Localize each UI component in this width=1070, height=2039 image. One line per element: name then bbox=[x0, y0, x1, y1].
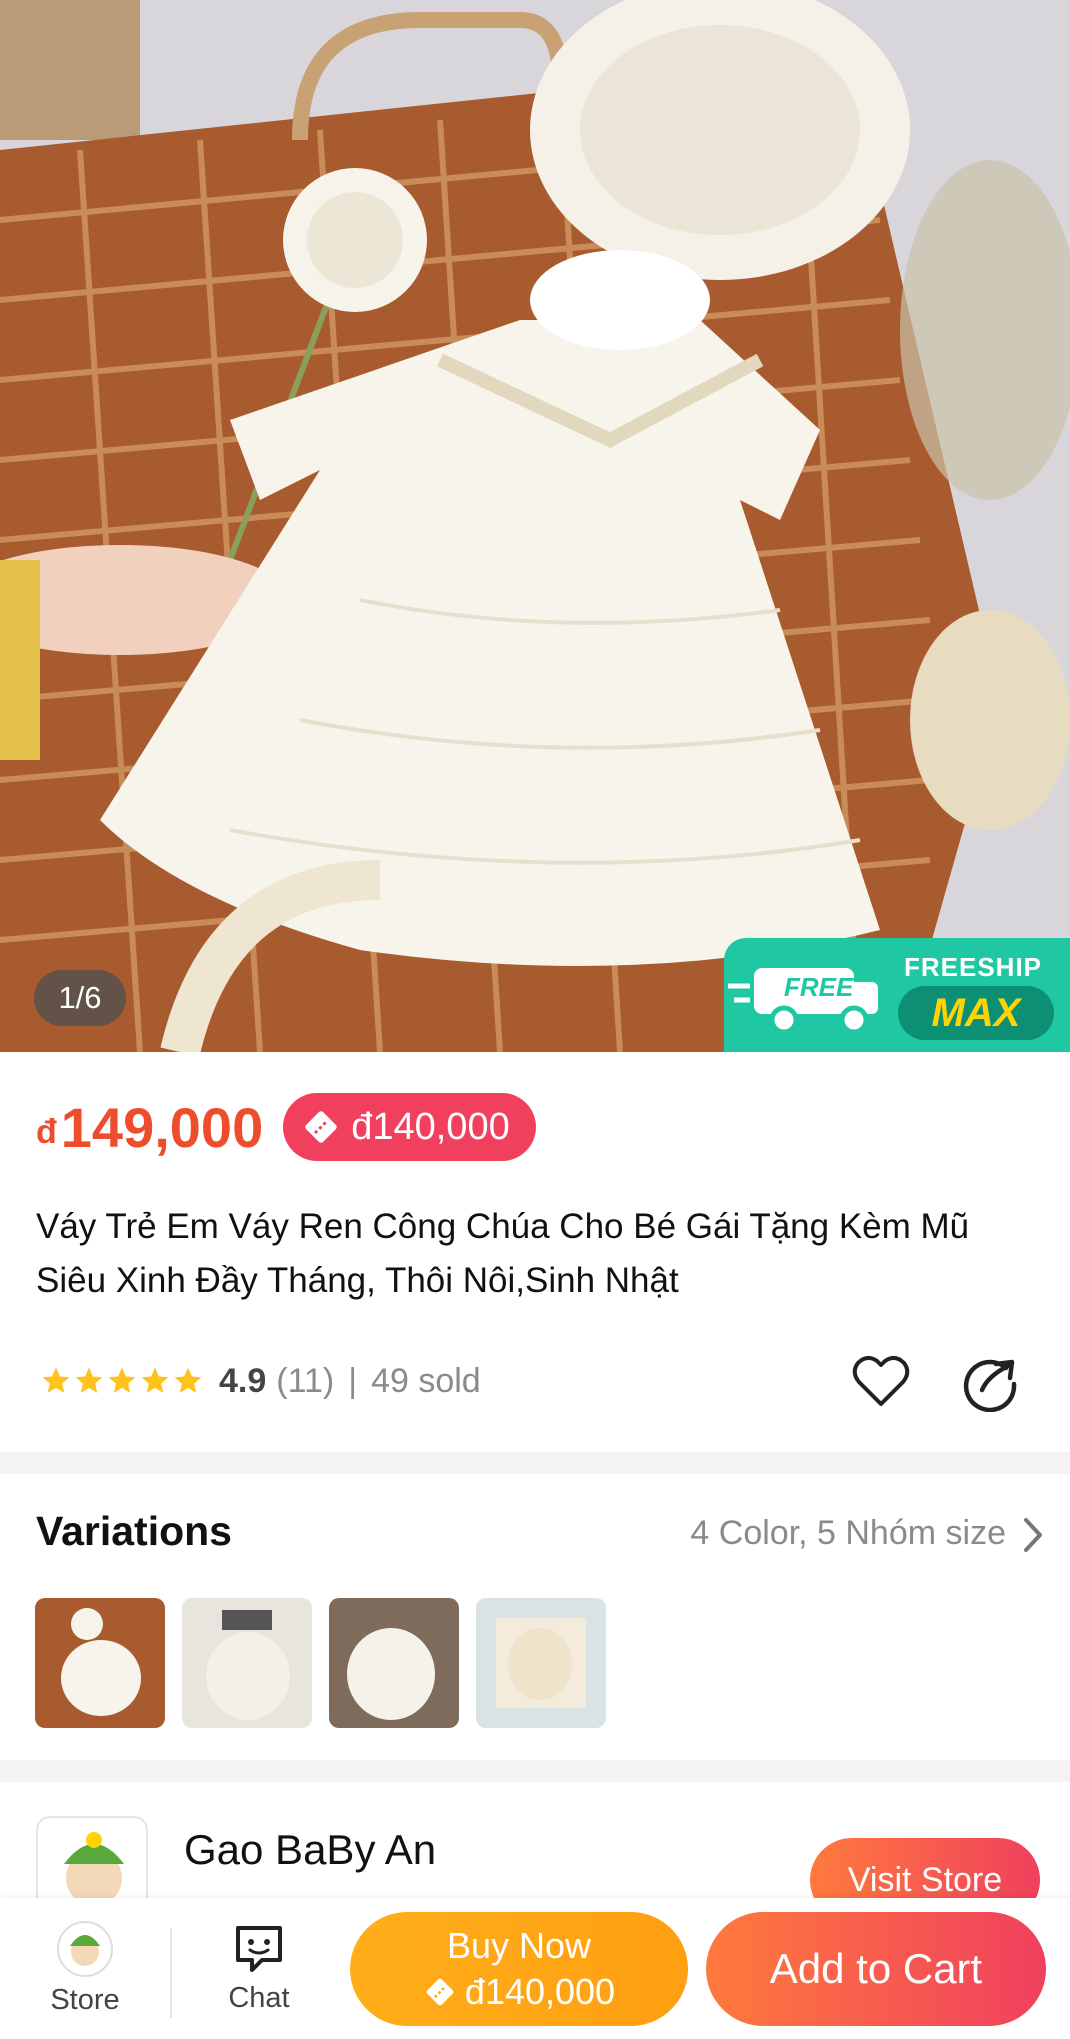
freeship-max-badge: FREE FREESHIP MAX bbox=[724, 938, 1070, 1052]
heart-icon[interactable] bbox=[850, 1350, 912, 1412]
variation-thumbnails bbox=[35, 1598, 623, 1728]
variation-thumbnail[interactable] bbox=[182, 1598, 312, 1728]
chevron-right-icon[interactable] bbox=[1018, 1516, 1048, 1554]
rating-stars bbox=[40, 1365, 205, 1397]
rating-value: 4.9 bbox=[219, 1361, 267, 1400]
store-tab-label: Store bbox=[50, 1984, 120, 2016]
voucher-price-badge[interactable]: đ140,000 bbox=[283, 1093, 536, 1161]
star-icon bbox=[75, 1367, 103, 1393]
buy-now-price-row: đ140,000 bbox=[423, 1971, 615, 2013]
chat-tab[interactable]: Chat bbox=[200, 1898, 318, 2039]
share-icon[interactable] bbox=[960, 1350, 1022, 1412]
voucher-icon bbox=[426, 1978, 454, 2006]
variation-thumbnail[interactable] bbox=[476, 1598, 606, 1728]
buy-now-price: đ140,000 bbox=[464, 1971, 616, 2012]
review-count: (11) bbox=[276, 1361, 335, 1400]
price-row: đ 149,000 đ140,000 bbox=[36, 1092, 536, 1162]
section-divider bbox=[0, 1452, 1070, 1474]
star-icon bbox=[141, 1367, 169, 1393]
buy-now-button[interactable]: Buy Now đ140,000 bbox=[350, 1912, 688, 2026]
section-divider bbox=[0, 1760, 1070, 1782]
variations-summary[interactable]: 4 Color, 5 Nhóm size bbox=[690, 1514, 1006, 1553]
voucher-price: đ140,000 bbox=[351, 1105, 510, 1148]
max-label: MAX bbox=[898, 986, 1054, 1040]
add-to-cart-button[interactable]: Add to Cart bbox=[706, 1912, 1046, 2026]
product-photo bbox=[0, 0, 1070, 1052]
star-icon bbox=[108, 1367, 136, 1393]
store-icon bbox=[57, 1921, 113, 1977]
store-name[interactable]: Gao BaBy An bbox=[184, 1826, 436, 1874]
star-icon bbox=[174, 1367, 202, 1393]
variation-thumbnail[interactable] bbox=[329, 1598, 459, 1728]
chat-icon bbox=[236, 1926, 282, 1972]
free-label: FREE bbox=[784, 972, 854, 1002]
product-price: 149,000 bbox=[60, 1095, 264, 1159]
star-icon bbox=[42, 1367, 70, 1393]
bottom-action-bar: Store Chat Buy Now đ140,000 Add to Cart bbox=[0, 1898, 1070, 2039]
image-counter: 1/6 bbox=[34, 970, 126, 1026]
tab-divider bbox=[170, 1928, 172, 2018]
sold-count: 49 sold bbox=[371, 1361, 481, 1400]
rating-row[interactable]: 4.9 (11) | 49 sold bbox=[40, 1354, 481, 1408]
variation-thumbnail[interactable] bbox=[35, 1598, 165, 1728]
voucher-icon bbox=[305, 1111, 337, 1143]
currency-symbol: đ bbox=[36, 1112, 57, 1151]
rating-separator: | bbox=[348, 1361, 358, 1400]
buy-now-label: Buy Now bbox=[446, 1925, 592, 1966]
store-tab[interactable]: Store bbox=[30, 1898, 140, 2039]
chat-tab-label: Chat bbox=[228, 1982, 290, 2014]
product-image-gallery[interactable]: 1/6 FREE FREESHIP MAX bbox=[0, 0, 1070, 1052]
product-title: Váy Trẻ Em Váy Ren Công Chúa Cho Bé Gái … bbox=[36, 1207, 970, 1300]
variations-title: Variations bbox=[36, 1508, 232, 1554]
freeship-label: FREESHIP bbox=[904, 952, 1043, 982]
